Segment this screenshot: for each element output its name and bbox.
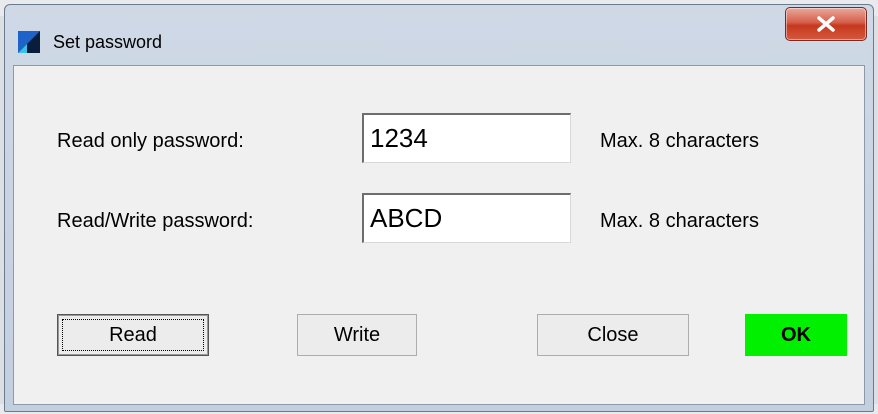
read-write-password-label: Read/Write password: — [57, 210, 254, 232]
set-password-dialog: Set password Read only password: Max. 8 … — [4, 4, 874, 412]
read-only-password-input[interactable] — [362, 113, 571, 163]
read-write-password-hint: Max. 8 characters — [600, 210, 759, 232]
title-bar[interactable]: Set password — [5, 5, 873, 65]
app-icon — [18, 31, 40, 53]
write-button-label: Write — [333, 324, 381, 346]
dialog-body: Read only password: Max. 8 characters Re… — [13, 65, 865, 405]
focus-ring — [62, 319, 204, 351]
read-only-password-label: Read only password: — [57, 130, 244, 152]
close-button[interactable]: Close — [537, 314, 689, 356]
read-button[interactable]: Read — [57, 314, 209, 356]
read-write-password-input[interactable] — [362, 193, 571, 243]
close-button-label: Close — [587, 324, 639, 346]
read-only-password-hint: Max. 8 characters — [600, 130, 759, 152]
window-title: Set password — [53, 32, 163, 52]
ok-button[interactable]: OK — [745, 314, 847, 356]
ok-button-label: OK — [781, 324, 811, 346]
close-window-button[interactable] — [785, 7, 867, 41]
write-button[interactable]: Write — [297, 314, 417, 356]
